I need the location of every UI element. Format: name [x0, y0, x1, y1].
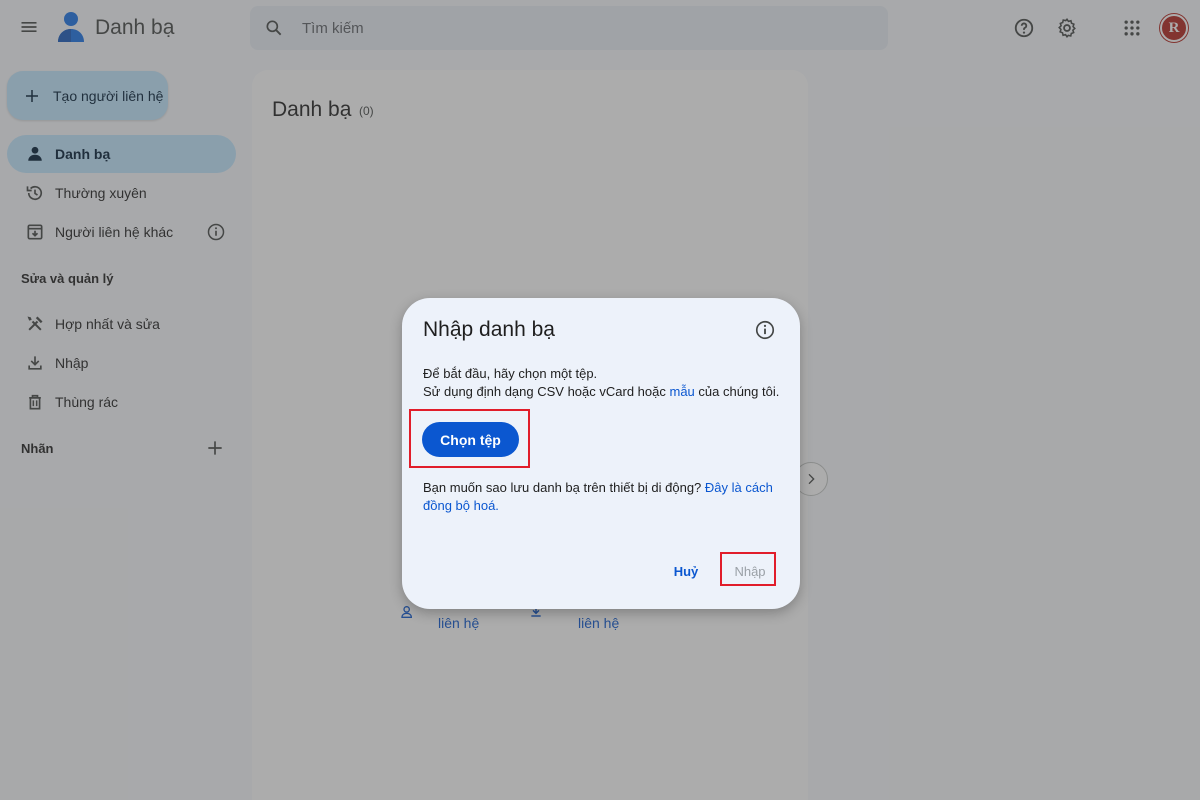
- format-hint-suffix: của chúng tôi.: [694, 384, 780, 399]
- info-icon[interactable]: [754, 319, 776, 341]
- dialog-format-hint: Sử dụng định dạng CSV hoặc vCard hoặc mẫ…: [423, 384, 779, 399]
- highlight-box-choose-file: [409, 409, 530, 468]
- dialog-mobile-hint: Bạn muốn sao lưu danh bạ trên thiết bị d…: [423, 479, 773, 515]
- mobile-hint-text: Bạn muốn sao lưu danh bạ trên thiết bị d…: [423, 480, 705, 495]
- highlight-box-import: [720, 552, 776, 586]
- format-hint-prefix: Sử dụng định dạng CSV hoặc vCard hoặc: [423, 384, 670, 399]
- dialog-instruction: Để bắt đầu, hãy chọn một tệp.: [423, 366, 598, 381]
- dialog-title: Nhập danh bạ: [423, 318, 555, 341]
- import-contacts-dialog: Nhập danh bạ Để bắt đầu, hãy chọn một tệ…: [402, 298, 800, 609]
- cancel-button[interactable]: Huỷ: [664, 557, 708, 585]
- template-link[interactable]: mẫu: [669, 384, 694, 399]
